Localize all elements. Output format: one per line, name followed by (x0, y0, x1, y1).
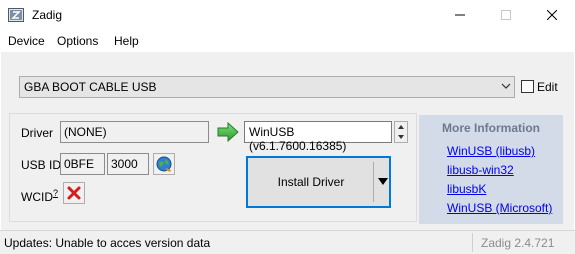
install-split-divider (373, 162, 374, 202)
current-driver-field: (NONE) (60, 121, 209, 143)
more-information-title: More Information (442, 121, 540, 135)
usb-id-lookup-button[interactable] (153, 153, 175, 175)
device-select[interactable]: GBA BOOT CABLE USB (19, 76, 515, 98)
driver-spinner[interactable] (394, 121, 408, 143)
menu-help[interactable]: Help (114, 34, 139, 48)
status-message: Updates: Unable to acces version data (4, 236, 211, 250)
green-arrow-icon (217, 122, 239, 142)
edit-checkbox[interactable] (521, 80, 534, 93)
close-icon (547, 10, 557, 20)
install-driver-label: Install Driver (277, 175, 345, 189)
maximize-icon (501, 10, 511, 20)
caret-down-icon[interactable] (378, 178, 388, 185)
link-libusb-win32[interactable]: libusb-win32 (447, 163, 514, 177)
wcid-label: WCID? (21, 188, 58, 204)
link-libusbk[interactable]: libusbK (447, 182, 486, 196)
usb-pid-field: 3000 (107, 153, 149, 175)
minimize-icon (455, 14, 465, 16)
spin-up-icon (398, 125, 404, 129)
more-information-panel: More Information WinUSB (libusb) libusb-… (419, 115, 563, 224)
version-label: Zadig 2.4.721 (481, 236, 555, 250)
menu-bar: Device Options Help (0, 30, 575, 52)
wcid-label-text: WCID (21, 190, 53, 204)
target-driver-field[interactable]: WinUSB (v6.1.7600.16385) (244, 121, 392, 153)
link-winusb-libusb[interactable]: WinUSB (libusb) (447, 144, 535, 158)
red-x-icon (67, 186, 81, 200)
menu-options[interactable]: Options (57, 34, 98, 48)
edit-label: Edit (537, 80, 558, 94)
usb-vid-field: 0BFE (60, 153, 105, 175)
device-select-value: GBA BOOT CABLE USB (24, 80, 157, 94)
zadig-app-icon (8, 8, 24, 22)
globe-icon (156, 156, 172, 172)
minimize-button[interactable] (437, 0, 483, 30)
title-bar: Zadig (0, 0, 575, 30)
chevron-down-icon (501, 83, 511, 89)
link-winusb-microsoft[interactable]: WinUSB (Microsoft) (447, 201, 552, 215)
driver-label: Driver (21, 126, 53, 140)
usb-pid-value: 3000 (111, 157, 138, 171)
usb-id-label: USB ID (21, 158, 62, 172)
install-driver-button[interactable]: Install Driver (246, 156, 391, 208)
status-divider (472, 233, 473, 252)
usb-vid-value: 0BFE (64, 157, 95, 171)
menu-device[interactable]: Device (8, 34, 45, 48)
spin-down-icon (398, 135, 404, 139)
wcid-status (63, 182, 85, 204)
window-title: Zadig (32, 8, 63, 22)
target-driver-value: WinUSB (v6.1.7600.16385) (249, 125, 347, 153)
wcid-help-link[interactable]: ? (53, 188, 58, 198)
status-bar: Updates: Unable to acces version data Za… (0, 230, 575, 254)
maximize-button[interactable] (483, 0, 529, 30)
main-panel: GBA BOOT CABLE USB Edit Driver (NONE) Wi… (1, 52, 574, 230)
close-button[interactable] (529, 0, 575, 30)
current-driver-value: (NONE) (64, 125, 107, 139)
